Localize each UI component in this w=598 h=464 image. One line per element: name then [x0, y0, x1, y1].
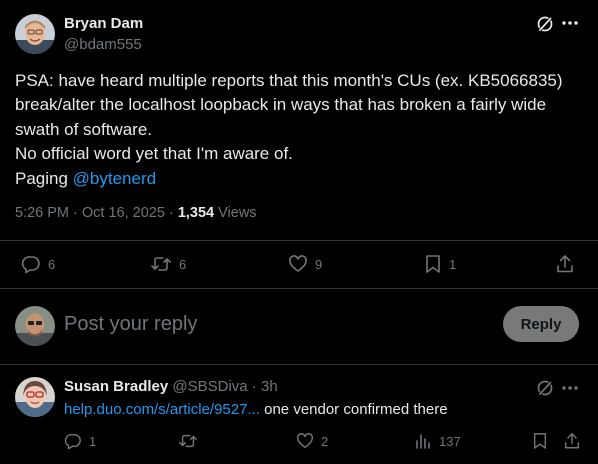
- reply-author-avatar[interactable]: [15, 377, 55, 417]
- views-label: Views: [214, 205, 257, 221]
- reply-header: Susan Bradley @SBSDiva · 3h: [64, 378, 278, 395]
- bookmark-icon: [424, 254, 442, 274]
- grok-icon[interactable]: [536, 15, 554, 33]
- reply-repost-action[interactable]: [178, 432, 205, 450]
- repost-icon: [178, 432, 198, 450]
- reply-author-name[interactable]: Susan Bradley: [64, 378, 168, 395]
- like-action[interactable]: 9: [288, 254, 322, 274]
- reply-views-action[interactable]: 137: [414, 432, 461, 450]
- reply-reply-count: 1: [89, 433, 97, 449]
- post-text: PSA: have heard multiple reports that th…: [15, 69, 587, 191]
- views-bars-icon: [414, 432, 432, 450]
- reply-views-count: 137: [439, 433, 461, 449]
- heart-icon: [288, 254, 308, 274]
- bookmark-action[interactable]: 1: [424, 254, 456, 274]
- reply-link[interactable]: help.duo.com/s/article/9527...: [64, 401, 260, 418]
- author-avatar[interactable]: [15, 14, 55, 54]
- share-action[interactable]: [555, 254, 575, 274]
- reply-button[interactable]: Reply: [503, 306, 579, 342]
- author-name[interactable]: Bryan Dam: [64, 15, 143, 32]
- repost-action[interactable]: 6: [150, 254, 186, 274]
- heart-icon: [296, 432, 314, 450]
- share-icon: [563, 432, 581, 450]
- divider: [0, 364, 598, 365]
- reply-time[interactable]: 3h: [261, 378, 278, 395]
- share-icon: [555, 254, 575, 274]
- divider: [0, 288, 598, 289]
- divider: [0, 240, 598, 241]
- reply-body: one vendor confirmed there: [259, 401, 448, 418]
- mention-link[interactable]: @bytenerd: [73, 169, 156, 188]
- post-text-line: Paging @bytenerd: [15, 167, 587, 191]
- reply-reply-action[interactable]: 1: [64, 432, 96, 450]
- reply-count: 6: [48, 256, 56, 272]
- grok-icon[interactable]: [536, 379, 554, 397]
- reply-bubble-icon: [21, 254, 41, 274]
- like-count: 9: [315, 256, 323, 272]
- current-user-avatar[interactable]: [15, 306, 55, 346]
- author-handle[interactable]: @bdam555: [64, 36, 142, 53]
- bookmark-icon: [532, 432, 548, 450]
- views-count: 1,354: [177, 205, 215, 221]
- repost-count: 6: [179, 256, 187, 272]
- post-text-line: break/alter the localhost loopback in wa…: [15, 95, 547, 115]
- repost-icon: [150, 254, 172, 274]
- post-text-line: swath of software.: [15, 119, 153, 139]
- reply-share-action[interactable]: [563, 432, 581, 450]
- paging-prefix: Paging: [15, 168, 73, 188]
- bookmark-count: 1: [449, 256, 457, 272]
- reply-action[interactable]: 6: [21, 254, 55, 274]
- reply-input[interactable]: Post your reply: [64, 313, 197, 336]
- reply-text: help.duo.com/s/article/9527... one vendo…: [64, 401, 448, 418]
- reply-author-handle[interactable]: @SBSDiva: [172, 378, 247, 395]
- reply-bubble-icon: [64, 432, 82, 450]
- more-dots-icon[interactable]: [562, 20, 578, 26]
- time-separator: ·: [247, 378, 261, 395]
- post-timestamp[interactable]: 5:26 PM · Oct 16, 2025 ·: [15, 205, 178, 221]
- post-text-line: PSA: have heard multiple reports that th…: [15, 71, 563, 90]
- reply-like-count: 2: [321, 433, 329, 449]
- reply-like-action[interactable]: 2: [296, 432, 328, 450]
- reply-bookmark-action[interactable]: [532, 432, 548, 450]
- post-meta: 5:26 PM · Oct 16, 2025 · 1,354 Views: [15, 205, 257, 221]
- post-text-line: No official word yet that I'm aware of.: [15, 144, 293, 164]
- more-dots-icon[interactable]: [562, 385, 578, 391]
